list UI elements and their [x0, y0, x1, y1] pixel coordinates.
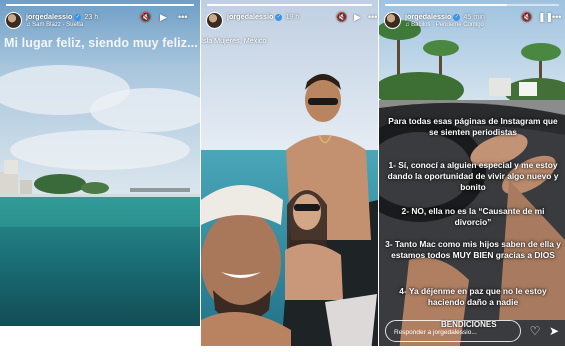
music-label[interactable]: ♫ Sam Blazz · Suelta — [26, 22, 83, 28]
stories-collage: jorgedalessio ✓ 23 h ♫ Sam Blazz · Suelta … — [0, 0, 565, 352]
story-header: jorgedalessio ✓ 19 h 🔇 ▶ ••• — [206, 11, 377, 37]
play-icon[interactable]: ▶ — [160, 12, 167, 22]
story-header: jorgedalessio ✓ 23 h ♫ Sam Blazz · Suelta … — [5, 11, 196, 37]
story-car-text[interactable]: jorgedalessio ✓ 45 min ♫ Bacilos · Pendeme… — [379, 0, 565, 352]
post-time: 19 h — [285, 12, 300, 21]
music-text: Sam Blazz · Suelta — [32, 22, 84, 28]
username[interactable]: jorgedalessio ✓ 23 h — [26, 12, 98, 21]
story-progress-bar — [6, 4, 194, 6]
text-point-2: 2- NO, ella no es la “Causante de mi div… — [401, 206, 545, 227]
verified-badge-icon: ✓ — [453, 13, 461, 21]
more-icon[interactable]: ••• — [552, 12, 561, 22]
story-progress-bar — [207, 4, 372, 6]
username-text: jorgedalessio — [227, 12, 274, 21]
story-caption: Mi lugar feliz, siendo muy feliz... — [4, 36, 198, 50]
beach-photo — [0, 0, 200, 352]
story-boat-selfie[interactable]: jorgedalessio ✓ 19 h 🔇 ▶ ••• Isla Mujeres,… — [201, 0, 378, 352]
send-icon[interactable]: ➤ — [547, 324, 561, 338]
username-text: jorgedalessio — [26, 12, 73, 21]
more-icon[interactable]: ••• — [368, 12, 377, 22]
music-text: Bacilos · Pendeme Contigo — [411, 22, 484, 28]
verified-badge-icon: ✓ — [275, 13, 283, 21]
pause-icon[interactable]: ❚❚ — [538, 12, 553, 22]
location-label[interactable]: Isla Mujeres, México — [201, 36, 267, 45]
post-time: 23 h — [84, 12, 99, 21]
avatar[interactable] — [206, 12, 223, 29]
story-progress-fill — [385, 4, 507, 6]
story-header: jorgedalessio ✓ 45 min ♫ Bacilos · Pendeme… — [384, 11, 561, 37]
text-point-3: 3- Tanto Mac como mis hijos saben de ell… — [385, 239, 561, 260]
more-icon[interactable]: ••• — [178, 12, 187, 22]
avatar[interactable] — [384, 12, 401, 29]
boat-selfie-photo — [201, 0, 378, 352]
heart-icon[interactable]: ♡ — [528, 324, 542, 338]
text-intro: Para todas esas páginas de Instagram que… — [388, 116, 558, 137]
username-text: jorgedalessio — [405, 12, 452, 21]
story-progress-fill — [207, 4, 372, 6]
play-icon[interactable]: ▶ — [354, 12, 361, 22]
story-progress-fill — [6, 4, 194, 6]
avatar[interactable] — [5, 12, 22, 29]
speaker-muted-icon[interactable]: 🔇 — [521, 12, 532, 22]
sticker-text: BENDICIONES — [441, 320, 497, 329]
speaker-muted-icon[interactable]: 🔇 — [336, 12, 347, 22]
username[interactable]: jorgedalessio ✓ 45 min — [405, 12, 485, 21]
post-time: 45 min — [463, 12, 485, 21]
text-point-4: 4- Ya déjenme en paz que no le estoy hac… — [399, 286, 547, 307]
verified-badge-icon: ✓ — [74, 13, 82, 21]
music-label[interactable]: ♫ Bacilos · Pendeme Contigo — [405, 22, 484, 28]
story-beach[interactable]: jorgedalessio ✓ 23 h ♫ Sam Blazz · Suelta … — [0, 0, 200, 352]
username[interactable]: jorgedalessio ✓ 19 h — [227, 12, 299, 21]
text-point-1: 1- Sí, conocí a alguien especial y me es… — [387, 160, 559, 192]
speaker-muted-icon[interactable]: 🔇 — [140, 12, 151, 22]
story-progress-bar — [385, 4, 559, 6]
